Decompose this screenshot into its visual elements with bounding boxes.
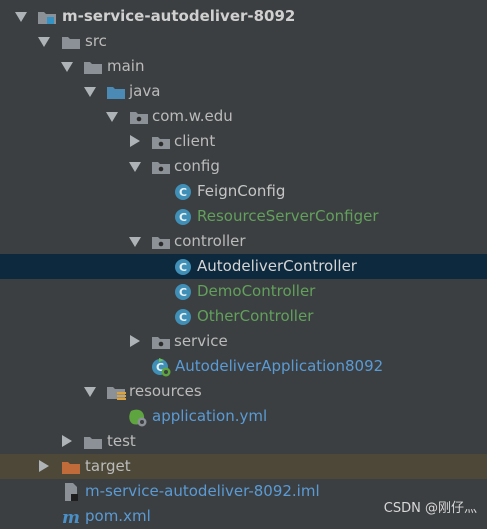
- tree-label-java: java: [129, 82, 161, 100]
- chevron-down-icon[interactable]: [129, 162, 141, 172]
- tree-label-feign-config: FeignConfig: [197, 182, 286, 200]
- chevron-down-icon[interactable]: [15, 12, 27, 22]
- svg-text:C: C: [179, 286, 187, 299]
- chevron-down-icon[interactable]: [61, 62, 73, 72]
- chevron-down-icon[interactable]: [129, 237, 141, 247]
- excluded-folder-icon: [62, 462, 80, 474]
- package-icon: [152, 237, 170, 249]
- svg-text:C: C: [179, 261, 187, 274]
- tree-item-autodeliver-application[interactable]: C AutodeliverApplication8092: [0, 354, 487, 379]
- folder-icon: [84, 437, 102, 449]
- java-class-icon: C: [175, 284, 191, 300]
- maven-icon: m: [62, 508, 80, 526]
- tree-item-package-root[interactable]: com.w.edu: [0, 104, 487, 129]
- package-icon: [152, 337, 170, 349]
- tree-item-test[interactable]: test: [0, 429, 487, 454]
- folder-icon: [84, 62, 102, 74]
- tree-label-resource-server-configer: ResourceServerConfiger: [197, 207, 379, 225]
- tree-item-module[interactable]: m-service-autodeliver-8092: [0, 4, 487, 29]
- java-class-icon: C: [175, 259, 191, 275]
- tree-item-resources[interactable]: resources: [0, 379, 487, 404]
- chevron-down-icon[interactable]: [106, 112, 118, 122]
- java-class-icon: C: [175, 209, 191, 225]
- tree-item-demo-controller[interactable]: C DemoController: [0, 279, 487, 304]
- svg-text:C: C: [179, 186, 187, 199]
- java-class-icon: C: [175, 309, 191, 325]
- tree-label-package: com.w.edu: [152, 107, 233, 125]
- tree-item-client[interactable]: client: [0, 129, 487, 154]
- chevron-right-icon[interactable]: [130, 135, 140, 147]
- tree-label-client: client: [174, 132, 216, 150]
- tree-item-src[interactable]: src: [0, 29, 487, 54]
- module-name: m-service-autodeliver-8092: [62, 7, 296, 25]
- tree-label-target: target: [85, 457, 131, 475]
- tree-label-iml-file: m-service-autodeliver-8092.iml: [85, 482, 320, 500]
- tree-label-autodeliver-application: AutodeliverApplication8092: [175, 357, 384, 375]
- tree-item-application-yml[interactable]: application.yml: [0, 404, 487, 429]
- chevron-right-icon[interactable]: [39, 460, 49, 472]
- chevron-down-icon[interactable]: [38, 37, 50, 47]
- spring-boot-class-icon: C: [152, 358, 171, 377]
- svg-text:C: C: [179, 211, 187, 224]
- tree-item-service[interactable]: service: [0, 329, 487, 354]
- module-folder-icon: [38, 12, 56, 24]
- tree-item-other-controller[interactable]: C OtherController: [0, 304, 487, 329]
- spring-config-file-icon: [129, 409, 147, 427]
- tree-item-feign-config[interactable]: C FeignConfig: [0, 179, 487, 204]
- tree-item-autodeliver-controller[interactable]: C AutodeliverController: [0, 254, 487, 279]
- chevron-down-icon[interactable]: [84, 387, 96, 397]
- tree-label-controller: controller: [174, 232, 246, 250]
- folder-icon: [62, 37, 80, 49]
- tree-item-config[interactable]: config: [0, 154, 487, 179]
- package-icon: [152, 162, 170, 174]
- module-file-icon: [65, 483, 78, 501]
- chevron-right-icon[interactable]: [62, 435, 72, 447]
- tree-label-demo-controller: DemoController: [197, 282, 316, 300]
- chevron-down-icon[interactable]: [84, 87, 96, 97]
- svg-text:m: m: [62, 508, 80, 526]
- svg-text:C: C: [179, 311, 187, 324]
- tree-item-target[interactable]: target: [0, 454, 487, 479]
- tree-label-config: config: [174, 157, 220, 175]
- tree-label-main: main: [107, 57, 145, 75]
- tree-label-src: src: [85, 32, 107, 50]
- tree-label-autodeliver-controller: AutodeliverController: [197, 257, 357, 275]
- watermark: CSDN @刚仔灬: [383, 501, 477, 516]
- tree-label-pom: pom.xml: [85, 507, 151, 525]
- package-icon: [152, 137, 170, 149]
- tree-item-java[interactable]: java: [0, 79, 487, 104]
- package-icon: [130, 112, 148, 124]
- java-class-icon: C: [175, 184, 191, 200]
- chevron-right-icon[interactable]: [130, 335, 140, 347]
- tree-item-resource-server-configer[interactable]: C ResourceServerConfiger: [0, 204, 487, 229]
- source-folder-icon: [107, 87, 125, 99]
- tree-label-test: test: [107, 432, 136, 450]
- tree-item-controller[interactable]: controller: [0, 229, 487, 254]
- tree-label-application-yml: application.yml: [152, 407, 268, 425]
- tree-item-main[interactable]: main: [0, 54, 487, 79]
- tree-label-resources: resources: [129, 382, 202, 400]
- resources-folder-icon: [107, 387, 126, 400]
- tree-label-other-controller: OtherController: [197, 307, 314, 325]
- project-tree: m-service-autodeliver-8092 src main java…: [0, 4, 487, 529]
- tree-label-service: service: [174, 332, 228, 350]
